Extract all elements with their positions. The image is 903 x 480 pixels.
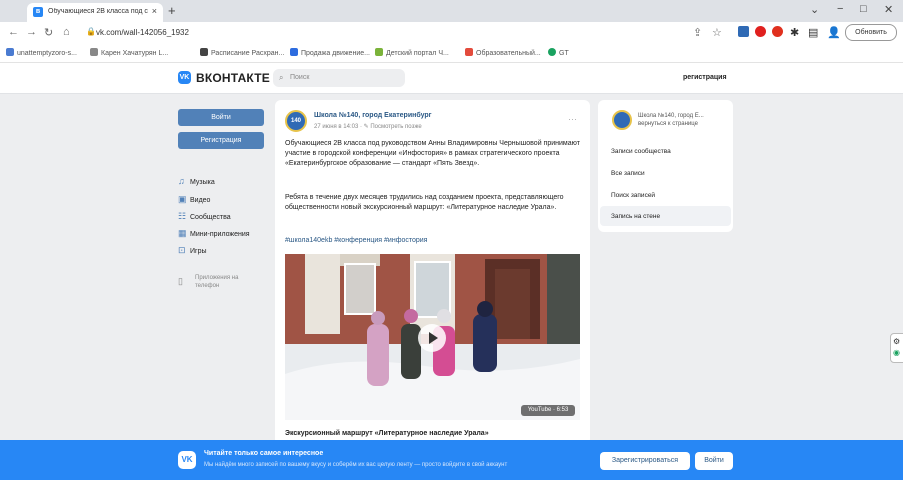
music-icon: ♫	[178, 176, 185, 186]
banner-login-button[interactable]: Войти	[695, 452, 733, 470]
bookmark-item[interactable]: Расписание Расхран...	[200, 48, 284, 57]
search-icon: ⌕	[279, 73, 284, 82]
bookmark-favicon-icon	[200, 48, 208, 56]
banner-register-button[interactable]: Зарегистрироваться	[600, 452, 690, 470]
bookmark-favicon-icon	[375, 48, 383, 56]
post-text-paragraph: Ребята в течение двух месяцев трудились …	[285, 194, 564, 212]
nav-item-communities[interactable]: ☷ Сообщества	[178, 211, 231, 222]
minimize-icon[interactable]: −	[837, 3, 843, 15]
bookmark-favicon-icon	[290, 48, 298, 56]
post-menu-icon[interactable]: ···	[568, 114, 577, 124]
video-icon: ▣	[178, 194, 187, 204]
bookmark-favicon-icon	[548, 48, 556, 56]
home-icon[interactable]: ⌂	[63, 26, 70, 38]
nav-item-games[interactable]: ⊡ Игры	[178, 245, 207, 256]
bookmark-favicon-icon	[6, 48, 14, 56]
back-icon[interactable]: ←	[8, 26, 19, 38]
forward-icon[interactable]: →	[26, 26, 37, 38]
panel-item-community-posts[interactable]: Записи сообщества	[611, 148, 671, 155]
profile-icon[interactable]: 👤	[827, 26, 841, 39]
bookmark-item[interactable]: Образовательный...	[465, 48, 541, 57]
side-extension-widget[interactable]: ⚙ ◉	[890, 333, 903, 363]
vk-header	[0, 63, 903, 94]
post-hashtags[interactable]: #школа140ekb #конференция #инфостория	[285, 237, 427, 244]
vk-logo-icon[interactable]: VK	[178, 71, 191, 84]
nav-item-music[interactable]: ♫ Музыка	[178, 176, 215, 186]
search-placeholder: Поиск	[290, 74, 310, 81]
address-bar[interactable]: 🔒 vk.com/wall-142056_1932	[82, 25, 732, 41]
tab-search-icon[interactable]: ⌄	[810, 3, 819, 16]
post-date[interactable]: 27 июня в 14:03 · ✎ Посмотреть позже	[314, 123, 422, 130]
panel-item-all-posts[interactable]: Все записи	[611, 170, 645, 177]
extension-icon[interactable]	[772, 26, 783, 37]
close-window-icon[interactable]: ✕	[884, 3, 893, 16]
bookmark-item[interactable]: unattemptyzoro-s...	[6, 48, 77, 57]
extension-icon[interactable]	[738, 26, 749, 37]
mini-apps-icon: ▦	[178, 228, 187, 238]
bookmark-item[interactable]: Детский портал Ч...	[375, 48, 449, 57]
extensions-puzzle-icon[interactable]: ✱	[790, 26, 799, 39]
bookmark-item[interactable]: Карен Хачатурян L...	[90, 48, 168, 57]
bookmark-favicon-icon	[90, 48, 98, 56]
tab-title: Обучающиеся 2В класса под с...	[48, 8, 148, 15]
widget-icon: ⚙	[893, 337, 901, 346]
post-text-paragraph: Обучающиеся 2В класса под руководством А…	[285, 140, 580, 168]
panel-item-wall-post[interactable]: Запись на стене	[611, 213, 660, 220]
video-duration-badge: YouTube · 6:53	[521, 405, 575, 416]
panel-item-search-posts[interactable]: Поиск записей	[611, 192, 655, 199]
url-text: vk.com/wall-142056_1932	[96, 28, 189, 37]
register-link[interactable]: регистрация	[683, 74, 727, 81]
vk-logo-icon: VK	[178, 451, 196, 469]
vk-brand-name[interactable]: ВКОНТАКТЕ	[196, 71, 270, 85]
nav-item-mini-apps[interactable]: ▦ Мини-приложения	[178, 228, 250, 239]
panel-group-link[interactable]: Школа №140, город Е... вернуться к стран…	[638, 112, 728, 128]
reload-icon[interactable]: ↻	[44, 26, 53, 39]
login-button[interactable]: Войти	[178, 109, 264, 126]
search-input[interactable]: ⌕ Поиск	[273, 69, 405, 87]
maximize-icon[interactable]: □	[860, 3, 867, 15]
play-icon[interactable]	[418, 324, 446, 352]
post-group-name[interactable]: Школа №140, город Екатеринбург	[314, 112, 432, 119]
tab-close-icon[interactable]: ×	[152, 6, 157, 16]
bookmark-item[interactable]: Продажа движение...	[290, 48, 370, 57]
bookmark-star-icon[interactable]: ☆	[712, 26, 722, 39]
communities-icon: ☷	[178, 211, 187, 221]
browser-tab[interactable]: в Обучающиеся 2В класса под с... ×	[27, 3, 163, 22]
video-caption[interactable]: Экскурсионный маршрут «Литературное насл…	[285, 430, 489, 437]
vk-favicon-icon: в	[33, 7, 43, 17]
group-avatar[interactable]: 140	[285, 110, 307, 132]
group-avatar-small[interactable]	[612, 110, 632, 130]
bookmark-item[interactable]: GT	[548, 48, 569, 57]
banner-subtitle: Мы найдём много записей по вашему вкусу …	[204, 462, 508, 468]
sidebar-icon[interactable]: ▤	[808, 26, 818, 39]
opera-extension-icon[interactable]	[755, 26, 766, 37]
widget-icon: ◉	[893, 348, 900, 357]
signup-banner	[0, 440, 903, 480]
phone-icon: ▯	[178, 276, 183, 286]
bookmark-favicon-icon	[465, 48, 473, 56]
new-tab-icon[interactable]: +	[168, 3, 176, 18]
games-icon: ⊡	[178, 245, 186, 255]
lock-icon: 🔒	[86, 27, 96, 36]
share-icon[interactable]: ⇪	[693, 26, 702, 39]
nav-item-video[interactable]: ▣ Видео	[178, 194, 210, 205]
register-button[interactable]: Регистрация	[178, 132, 264, 149]
banner-title: Читайте только самое интересное	[204, 450, 324, 457]
update-browser-button[interactable]: Обновить	[845, 24, 897, 41]
